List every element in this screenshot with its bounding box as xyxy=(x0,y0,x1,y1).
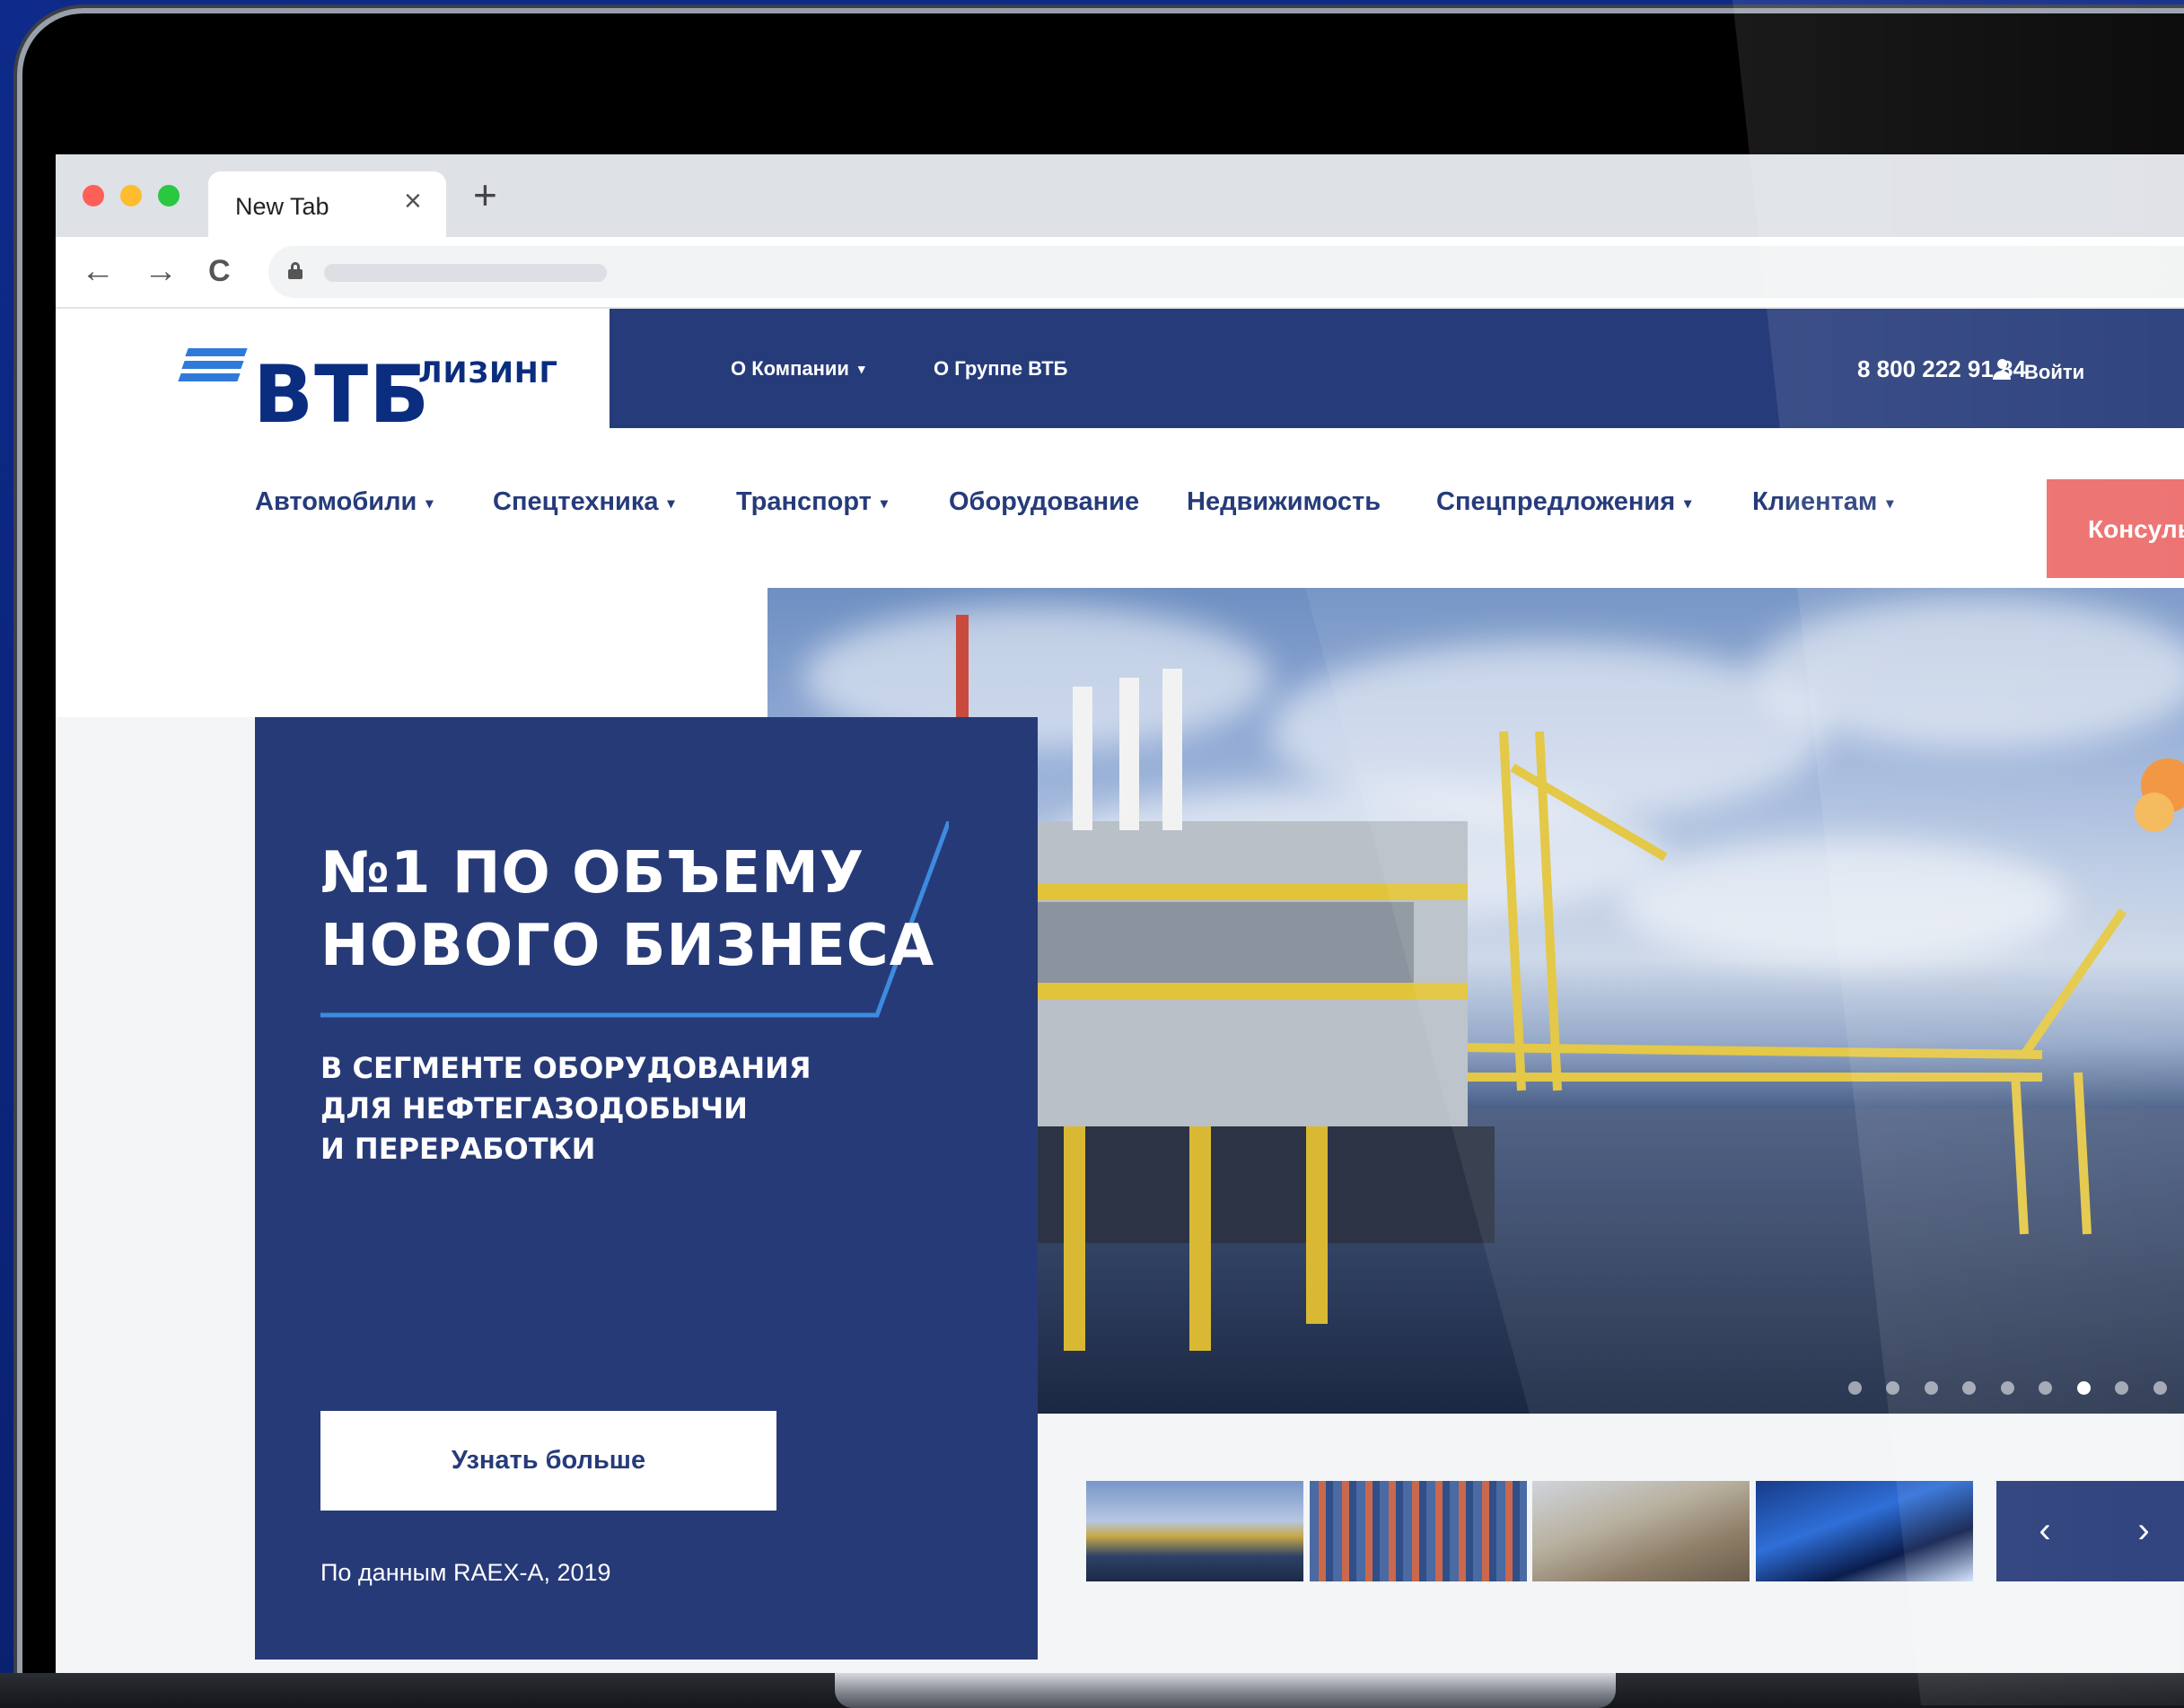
hero-white-band xyxy=(56,588,767,717)
hero-subtitle-line: И ПЕРЕРАБОТКИ xyxy=(320,1132,596,1166)
menu-item-equipment[interactable]: Оборудование xyxy=(949,487,1139,517)
hero-source-note: По данным RAEX-A, 2019 xyxy=(320,1559,611,1586)
consultation-button[interactable]: Консуль xyxy=(2047,479,2184,578)
laptop-hinge xyxy=(835,1673,1616,1708)
new-tab-icon[interactable]: + xyxy=(473,174,497,215)
slider-dot[interactable] xyxy=(2039,1381,2052,1395)
chevron-down-icon: ▾ xyxy=(425,496,434,512)
hero-title: №1 ПО ОБЪЕМУ НОВОГО БИЗНЕСА xyxy=(320,837,949,983)
url-text xyxy=(324,264,607,282)
logo-subtitle: ЛИЗИНГ xyxy=(418,355,559,390)
hero-subtitle-line: В СЕГМЕНТЕ ОБОРУДОВАНИЯ xyxy=(320,1051,811,1085)
hero-title-line: НОВОГО БИЗНЕСА xyxy=(320,913,935,979)
menu-item-transport[interactable]: Транспорт ▾ xyxy=(736,487,888,517)
login-link[interactable]: Войти xyxy=(1992,355,2084,384)
learn-more-button[interactable]: Узнать больше xyxy=(320,1411,776,1511)
maximize-window-button[interactable] xyxy=(158,185,180,206)
user-icon xyxy=(1992,359,2012,382)
close-tab-icon[interactable]: × xyxy=(404,184,422,219)
logo-stripes-icon xyxy=(178,348,250,390)
hero-card: №1 ПО ОБЪЕМУ НОВОГО БИЗНЕСА В СЕГМЕНТЕ О… xyxy=(255,717,1038,1660)
slider-dot[interactable] xyxy=(2001,1381,2014,1395)
browser-tab[interactable]: New Tab × xyxy=(208,171,446,238)
hero-title-line: №1 ПО ОБЪЕМУ xyxy=(320,840,865,907)
slider-navigation: ‹ › xyxy=(1996,1481,2184,1581)
browser-toolbar: ← → C xyxy=(56,237,2184,309)
vtb-leasing-logo[interactable]: ВТБ ЛИЗИНГ xyxy=(178,339,559,438)
vtb-leasing-page: ВТБ ЛИЗИНГ О Компании ▾ О Группе ВТБ 8 80… xyxy=(56,309,2184,1673)
top-bar: О Компании ▾ О Группе ВТБ 8 800 222 91 84… xyxy=(610,309,2184,428)
menu-item-cars[interactable]: Автомобили ▾ xyxy=(255,487,433,517)
tab-bar: New Tab × + xyxy=(56,154,2184,238)
minimize-window-button[interactable] xyxy=(120,185,142,206)
chevron-down-icon: ▾ xyxy=(857,362,865,377)
slider-dot[interactable] xyxy=(1886,1381,1899,1395)
slider-dot[interactable] xyxy=(2153,1381,2167,1395)
prev-slide-icon[interactable]: ‹ xyxy=(2018,1508,2072,1553)
chevron-down-icon: ▾ xyxy=(667,496,675,512)
back-icon[interactable]: ← xyxy=(81,250,115,293)
browser-window: New Tab × + ← → C ВТБ ЛИЗИНГ О Компании ▾… xyxy=(56,154,2184,1673)
hero-subtitle-line: ДЛЯ НЕФТЕГАЗОДОБЫЧИ xyxy=(320,1091,748,1126)
chevron-down-icon: ▾ xyxy=(1684,496,1692,512)
slider-dot[interactable] xyxy=(2077,1381,2091,1395)
main-menu: Автомобили ▾ Спецтехника ▾ Транспорт ▾ Обор… xyxy=(56,428,2184,588)
slide-thumbnail-pipes[interactable] xyxy=(1310,1481,1527,1581)
slide-thumbnail-oil-platform[interactable] xyxy=(1086,1481,1303,1581)
tab-title: New Tab xyxy=(235,193,329,220)
menu-item-special-offers[interactable]: Спецпредложения ▾ xyxy=(1436,487,1691,517)
slide-thumbnail-offroad-car[interactable] xyxy=(1532,1481,1750,1581)
top-link-vtb-group[interactable]: О Группе ВТБ xyxy=(934,357,1067,381)
forward-icon[interactable]: → xyxy=(144,250,178,293)
address-bar[interactable] xyxy=(268,246,2184,298)
slider-dot[interactable] xyxy=(1925,1381,1938,1395)
lock-icon xyxy=(288,262,303,279)
top-link-about-company[interactable]: О Компании ▾ xyxy=(731,357,864,381)
logo-text: ВТБ xyxy=(253,348,431,441)
slider-dot[interactable] xyxy=(1848,1381,1862,1395)
menu-item-clients[interactable]: Клиентам ▾ xyxy=(1752,487,1893,517)
close-window-button[interactable] xyxy=(83,185,104,206)
chevron-down-icon: ▾ xyxy=(1886,496,1894,512)
hero-subtitle: В СЕГМЕНТЕ ОБОРУДОВАНИЯ ДЛЯ НЕФТЕГАЗОДОБ… xyxy=(320,1048,859,1169)
slider-dot[interactable] xyxy=(2115,1381,2128,1395)
menu-item-special-machinery[interactable]: Спецтехника ▾ xyxy=(493,487,675,517)
slide-thumbnail-sports-car[interactable] xyxy=(1756,1481,1973,1581)
reload-icon[interactable]: C xyxy=(208,250,231,293)
slider-dot[interactable] xyxy=(1962,1381,1976,1395)
next-slide-icon[interactable]: › xyxy=(2117,1508,2171,1553)
chevron-down-icon: ▾ xyxy=(880,496,888,512)
menu-item-real-estate[interactable]: Недвижимость xyxy=(1187,487,1381,517)
